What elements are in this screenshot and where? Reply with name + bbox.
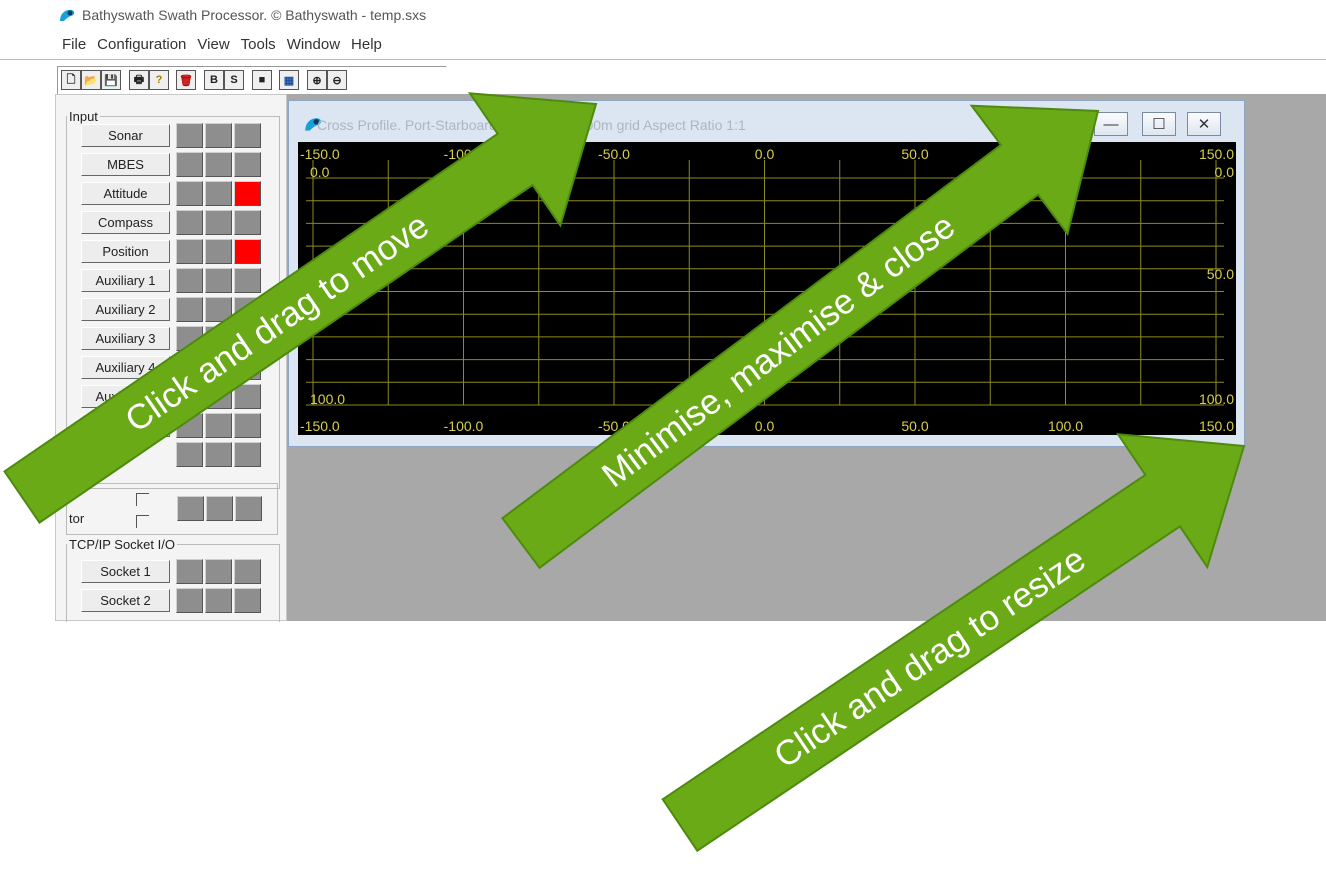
callout-overlay: Click and drag to move Minimise, maximise… [3, 92, 1246, 853]
callout-move-arrow: Click and drag to move [3, 92, 598, 524]
callout-resize-arrow: Click and drag to resize [661, 433, 1246, 853]
callout-resize-arrow-text: Click and drag to resize [767, 539, 1092, 775]
callout-controls-arrow-text: Minimise, maximise & close [595, 206, 962, 495]
callout-move-arrow-text: Click and drag to move [118, 206, 435, 440]
